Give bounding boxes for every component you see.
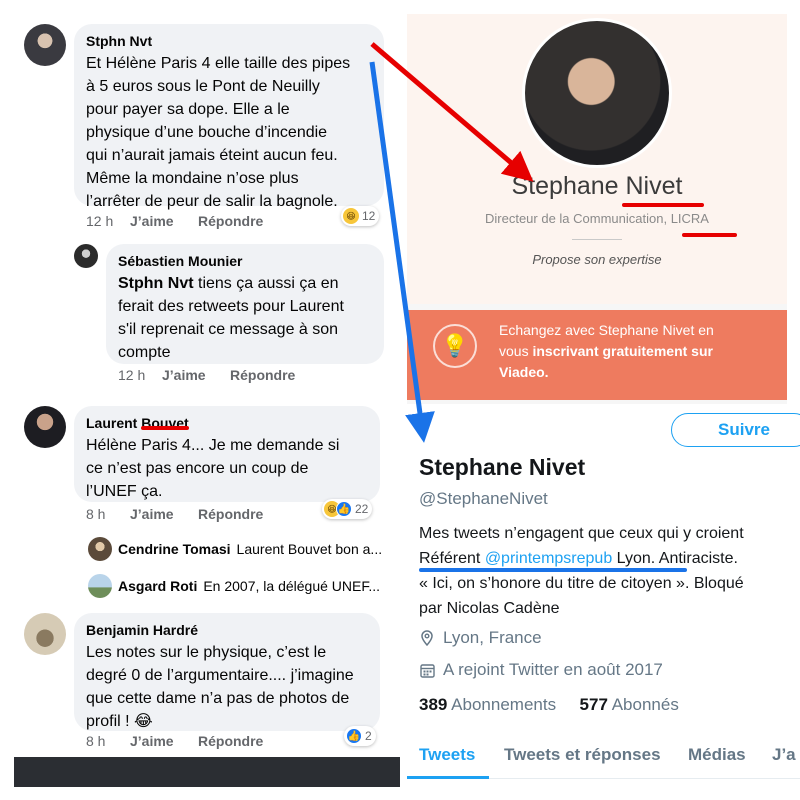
comment-time[interactable]: 12 h (86, 213, 130, 229)
avatar (88, 574, 112, 598)
reply-button[interactable]: Répondre (230, 367, 295, 383)
comment-actions: 12 h J’aime Répondre (118, 367, 295, 383)
comment-author[interactable]: Laurent Bouvet (86, 414, 368, 432)
thumbs-up-icon: 👍 (346, 728, 362, 744)
reaction-count: 12 (362, 209, 376, 223)
profile-photo (522, 18, 672, 168)
annotation-underline (419, 568, 687, 572)
reply-author[interactable]: Cendrine Tomasi (118, 541, 231, 557)
signup-text: Echangez avec Stephane Nivet en vous ins… (499, 320, 774, 383)
reply-snippet: Laurent Bouvet bon a... (236, 541, 383, 557)
comment-text: Les notes sur le physique, c’est le degr… (86, 644, 354, 730)
reply-button[interactable]: Répondre (198, 733, 263, 749)
followers-link[interactable]: 577 Abonnés (580, 695, 679, 714)
expertise-label: Propose son expertise (532, 252, 662, 267)
bio-line: « Ici, on s’honore du titre de citoyen »… (419, 575, 744, 592)
location-text: Lyon, France (443, 628, 542, 647)
avatar[interactable] (24, 24, 66, 66)
bio-line: Mes tweets n’engagent que ceux qui y cro… (419, 525, 744, 542)
comment-time[interactable]: 12 h (118, 367, 162, 383)
comment-bubble: Stphn Nvt Et Hélène Paris 4 elle taille … (74, 24, 384, 210)
reaction-badge[interactable]: 😆 12 (341, 206, 380, 226)
bio-text: Référent (419, 550, 485, 567)
twitter-profile: Suivre Stephane Nivet @StephaneNivet Mes… (407, 404, 800, 800)
location-row: Lyon, France (419, 628, 542, 648)
signup-line-1: Echangez avec Stephane Nivet en (499, 322, 714, 338)
avatar[interactable] (24, 613, 66, 655)
bottom-bar (14, 757, 400, 787)
avatar (88, 537, 112, 561)
tab-tweets-replies[interactable]: Tweets et réponses (504, 745, 661, 765)
like-button[interactable]: J’aime (130, 733, 198, 749)
followers-label: Abonnés (611, 695, 679, 714)
divider (572, 239, 622, 240)
following-link[interactable]: 389 Abonnements (419, 695, 556, 714)
location-pin-icon (419, 630, 435, 646)
follow-button[interactable]: Suivre (671, 413, 800, 447)
signup-banner[interactable]: 💡 Echangez avec Stephane Nivet en vous i… (407, 310, 787, 400)
follow-stats: 389 Abonnements 577 Abonnés (419, 695, 679, 715)
reply-preview[interactable]: Asgard Roti En 2007, la délégué UNEF... (88, 574, 380, 598)
comment-text: Stphn Nvt tiens ça aussi ça en ferait de… (118, 272, 372, 364)
tab-media[interactable]: Médias (688, 745, 746, 765)
annotation-underline (622, 203, 704, 207)
signup-link[interactable]: inscrivant gratuitement sur (532, 343, 713, 359)
comment-author[interactable]: Benjamin Hardré (86, 621, 368, 639)
avatar[interactable] (74, 244, 98, 268)
profile-name: Stephane Nivet (419, 454, 586, 480)
comment-author[interactable]: Sébastien Mounier (118, 252, 372, 270)
signup-link-end[interactable]: Viadeo. (499, 364, 549, 380)
reply-snippet: En 2007, la délégué UNEF... (203, 578, 381, 594)
comment-actions: 12 h J’aime Répondre (86, 213, 263, 229)
comment-text: Et Hélène Paris 4 elle taille des pipes … (86, 55, 351, 210)
comment-text: Hélène Paris 4... Je me demande si ce n’… (86, 437, 340, 500)
reply-preview[interactable]: Cendrine Tomasi Laurent Bouvet bon a... (88, 537, 382, 561)
like-button[interactable]: J’aime (130, 213, 198, 229)
joined-row: A rejoint Twitter en août 2017 (419, 660, 663, 680)
comment-bubble: Laurent Bouvet Hélène Paris 4... Je me d… (74, 406, 380, 502)
facebook-comments-panel: Stphn Nvt Et Hélène Paris 4 elle taille … (0, 0, 400, 800)
bio-text: Lyon. Antiraciste. (612, 550, 738, 567)
followers-count: 577 (579, 695, 608, 714)
comment-time[interactable]: 8 h (86, 506, 130, 522)
tab-likes[interactable]: J’a (772, 745, 796, 765)
reaction-count: 2 (365, 729, 372, 743)
profile-handle: @StephaneNivet (419, 489, 548, 508)
comment-actions: 8 h J’aime Répondre (86, 506, 263, 522)
reaction-count: 22 (355, 502, 369, 516)
following-count: 389 (419, 695, 448, 714)
comment-author[interactable]: Stphn Nvt (86, 32, 372, 50)
haha-icon: 😆 (343, 208, 359, 224)
like-button[interactable]: J’aime (162, 367, 230, 383)
avatar[interactable] (24, 406, 66, 448)
comment-bubble: Benjamin Hardré Les notes sur le physiqu… (74, 613, 380, 731)
lightbulb-icon: 💡 (433, 324, 477, 368)
reply-author[interactable]: Asgard Roti (118, 578, 197, 594)
reply-button[interactable]: Répondre (198, 506, 263, 522)
profile-role: Directeur de la Communication, LICRA (485, 211, 709, 226)
comment-bubble: Sébastien Mounier Stphn Nvt tiens ça aus… (106, 244, 384, 364)
comment-time[interactable]: 8 h (86, 733, 130, 749)
thumbs-up-icon: 👍 (336, 501, 352, 517)
mention-link[interactable]: @printempsrepub (485, 550, 612, 567)
annotation-underline (682, 233, 737, 237)
profile-name: Stephane Nivet (511, 172, 683, 200)
signup-line-2: vous (499, 343, 533, 359)
mention-link[interactable]: Stphn Nvt (118, 275, 194, 292)
calendar-icon (419, 662, 435, 678)
reaction-badge[interactable]: 👍 2 (344, 726, 376, 746)
bio-line: par Nicolas Cadène (419, 600, 560, 617)
comment-actions: 8 h J’aime Répondre (86, 733, 263, 749)
following-label: Abonnements (451, 695, 557, 714)
active-tab-indicator (407, 776, 489, 779)
annotation-underline (141, 426, 189, 430)
tab-tweets[interactable]: Tweets (419, 745, 475, 765)
joined-text: A rejoint Twitter en août 2017 (443, 660, 663, 679)
profile-tabs: Tweets Tweets et réponses Médias J’a (407, 739, 800, 779)
reply-button[interactable]: Répondre (198, 213, 263, 229)
viadeo-profile-card: Stephane Nivet Directeur de la Communica… (407, 14, 787, 404)
reaction-badge[interactable]: 😆 👍 22 (322, 499, 373, 519)
like-button[interactable]: J’aime (130, 506, 198, 522)
